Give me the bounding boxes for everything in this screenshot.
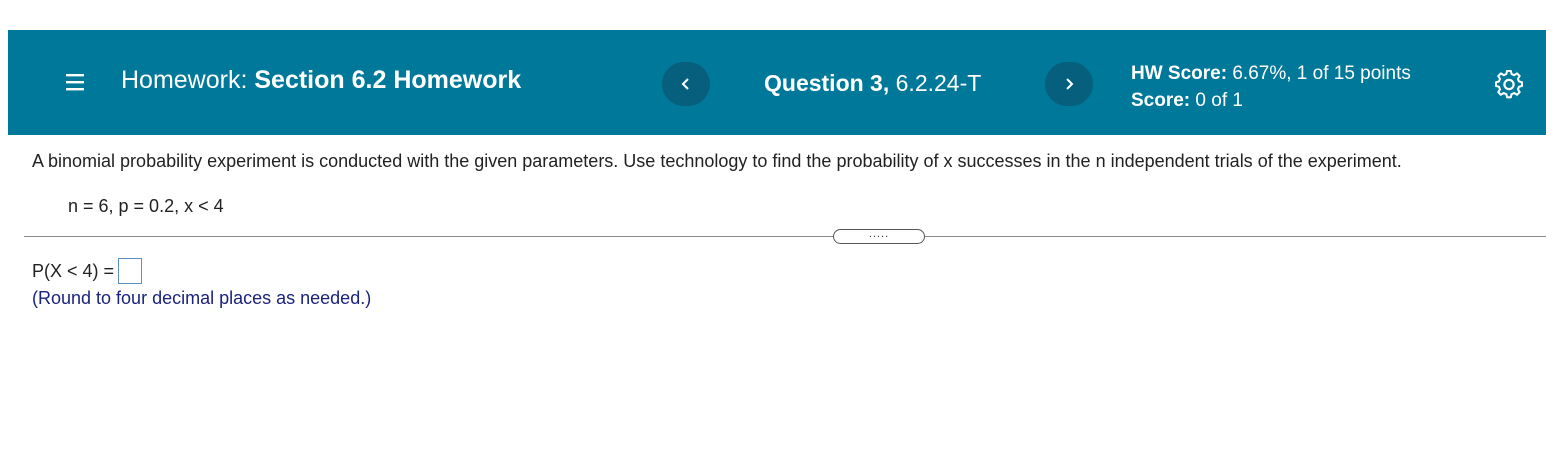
question-text: A binomial probability experiment is con… (32, 151, 1402, 171)
homework-name: Section 6.2 Homework (254, 66, 522, 94)
hw-score: HW Score: 6.67%, 1 of 15 points (1131, 60, 1411, 87)
question-parameters: n = 6, p = 0.2, x < 4 (68, 196, 224, 216)
next-question-button[interactable] (1045, 62, 1093, 106)
question-label: Question 3, 6.2.24-T (764, 70, 981, 97)
hw-score-value: 6.67%, 1 of 15 points (1232, 63, 1411, 84)
score-panel: HW Score: 6.67%, 1 of 15 points Score: 0… (1131, 60, 1411, 114)
question-number: Question 3, (764, 70, 890, 96)
hamburger-menu-icon[interactable] (64, 71, 86, 93)
hw-score-label: HW Score: (1131, 63, 1228, 84)
score-value: 0 of 1 (1195, 90, 1243, 111)
top-header: Homework: Section 6.2 Homework Question … (8, 30, 1546, 135)
answer-label: P(X < 4) = (32, 260, 115, 281)
score-label: Score: (1131, 90, 1191, 111)
previous-question-button[interactable] (662, 62, 710, 106)
question-id: 6.2.24-T (895, 70, 982, 96)
answer-row: P(X < 4) = (32, 258, 143, 284)
section-divider (24, 236, 1546, 237)
chevron-right-icon (1066, 78, 1074, 90)
question-score: Score: 0 of 1 (1131, 87, 1411, 114)
chevron-left-icon (681, 78, 689, 90)
gear-icon[interactable] (1495, 70, 1525, 100)
expand-toggle-button[interactable]: ..... (833, 229, 925, 244)
homework-title: Homework: Section 6.2 Homework (121, 66, 521, 95)
rounding-hint: (Round to four decimal places as needed.… (32, 288, 372, 308)
answer-input[interactable] (118, 258, 143, 284)
homework-prefix: Homework: (121, 66, 248, 94)
